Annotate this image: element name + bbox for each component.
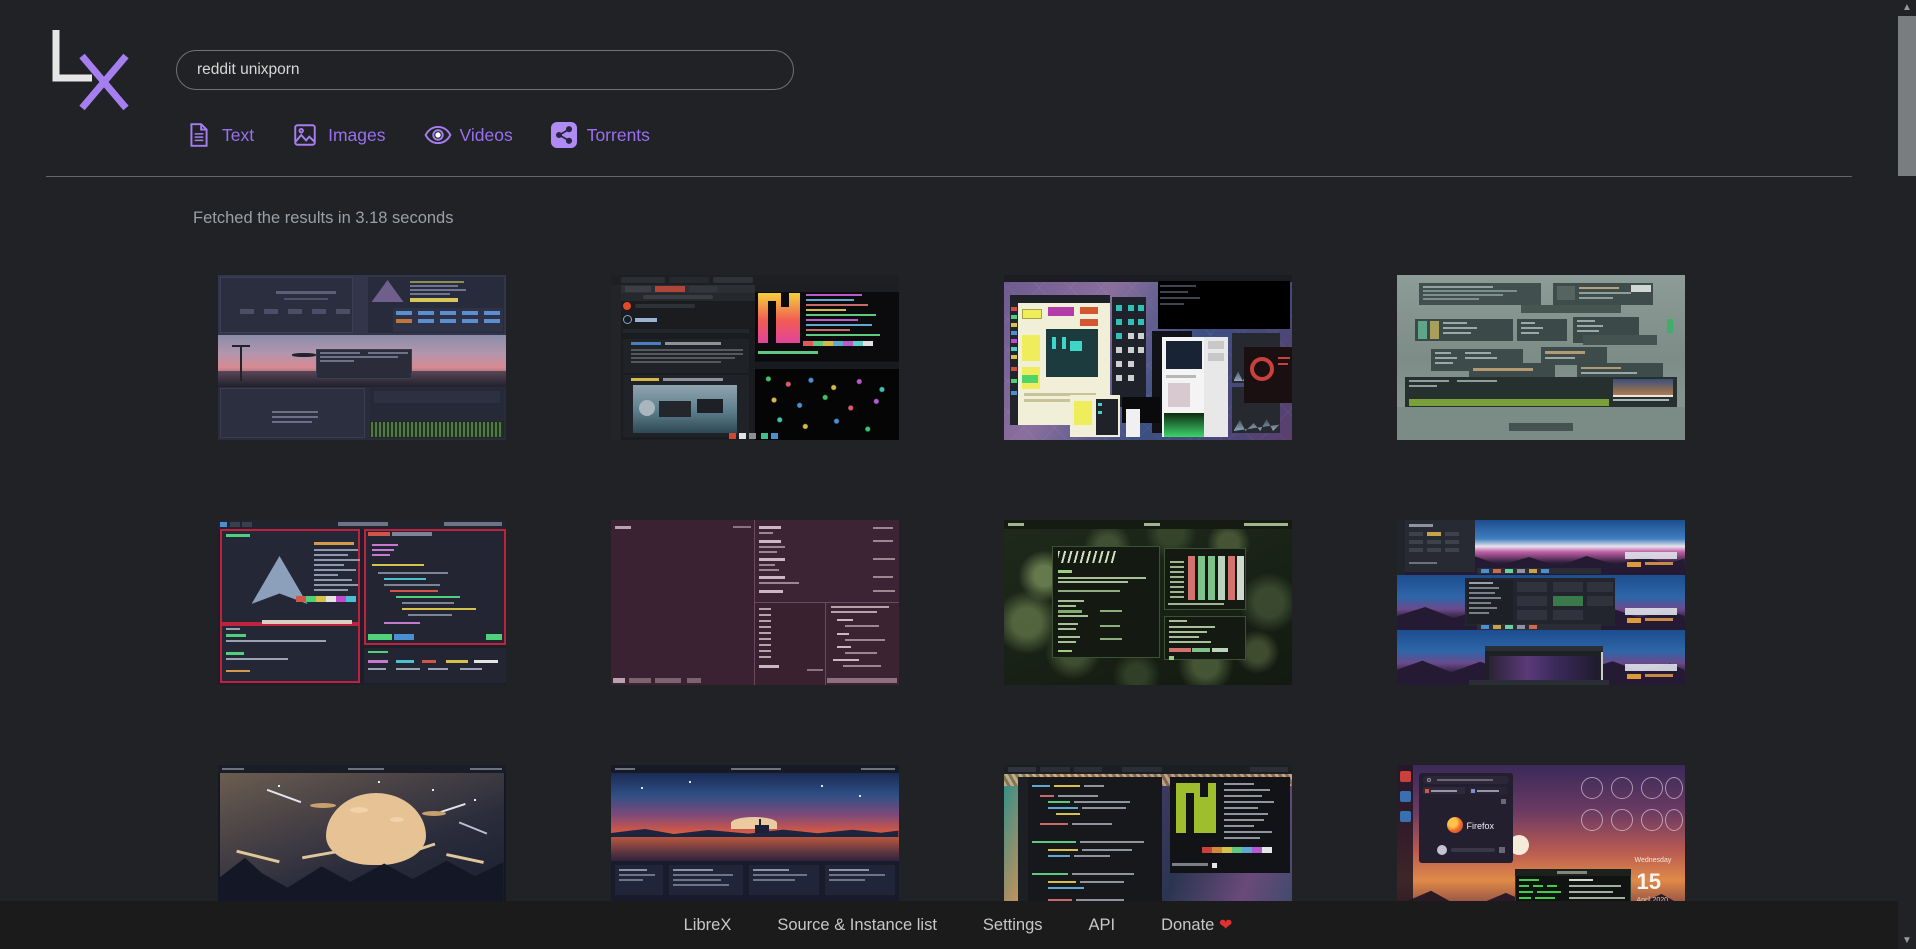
footer-donate-label: Donate bbox=[1161, 916, 1215, 934]
heart-icon: ❤ bbox=[1218, 917, 1233, 934]
search-input[interactable] bbox=[176, 50, 794, 90]
scroll-down-button[interactable]: ▼ bbox=[1898, 933, 1916, 949]
thumb-3[interactable] bbox=[1003, 275, 1292, 440]
image-result-item[interactable] bbox=[186, 501, 537, 704]
results-status: Fetched the results in 3.18 seconds bbox=[193, 209, 454, 227]
tab-videos-label: Videos bbox=[459, 124, 513, 145]
thumb-6[interactable] bbox=[610, 520, 899, 685]
results-section: Fetched the results in 3.18 seconds Fire… bbox=[0, 209, 1898, 949]
scroll-up-button[interactable]: ▲ bbox=[1898, 0, 1916, 16]
image-result-item[interactable] bbox=[1365, 501, 1716, 704]
tab-images-label: Images bbox=[328, 124, 386, 145]
tab-torrents-label: Torrents bbox=[586, 124, 650, 145]
footer-link-settings[interactable]: Settings bbox=[983, 916, 1043, 935]
image-result-item[interactable] bbox=[579, 256, 930, 459]
image-result-item[interactable] bbox=[579, 501, 930, 704]
thumb-conky-weekday: Wednesday bbox=[1634, 857, 1672, 864]
page-root: Text Images bbox=[0, 0, 1916, 949]
page-footer: LibreX Source & Instance list Settings A… bbox=[0, 901, 1916, 949]
thumb-5[interactable] bbox=[217, 520, 506, 685]
librex-logo[interactable] bbox=[42, 22, 152, 114]
thumb-1[interactable] bbox=[217, 275, 506, 440]
image-result-item[interactable] bbox=[1365, 256, 1716, 459]
thumb-firefox-label: Firefox bbox=[1466, 821, 1495, 831]
image-result-item[interactable] bbox=[972, 501, 1323, 704]
footer-link-api[interactable]: API bbox=[1089, 916, 1116, 935]
document-icon bbox=[186, 122, 212, 148]
image-result-item[interactable] bbox=[186, 256, 537, 459]
thumb-conky-day: 15 bbox=[1636, 869, 1661, 894]
scroll-area: Text Images bbox=[0, 0, 1898, 949]
share-icon bbox=[550, 122, 577, 148]
thumb-7[interactable] bbox=[1003, 520, 1292, 685]
header-divider bbox=[46, 176, 1852, 177]
footer-link-source-instance-list[interactable]: Source & Instance list bbox=[777, 916, 937, 935]
page-header: Text Images bbox=[0, 0, 1898, 148]
image-results-grid: Firefox Wednesday 15 bbox=[186, 256, 1852, 949]
footer-link-librex[interactable]: LibreX bbox=[684, 916, 732, 935]
tab-videos[interactable]: Videos bbox=[424, 122, 513, 148]
thumb-8[interactable] bbox=[1396, 520, 1685, 685]
scrollbar-thumb[interactable] bbox=[1898, 16, 1916, 176]
header-controls: Text Images bbox=[176, 22, 794, 148]
thumb-2[interactable] bbox=[610, 275, 899, 440]
tab-images[interactable]: Images bbox=[292, 122, 386, 148]
thumb-4[interactable] bbox=[1396, 275, 1685, 440]
image-result-item[interactable] bbox=[972, 256, 1323, 459]
vertical-scrollbar[interactable]: ▲ ▼ bbox=[1898, 0, 1916, 949]
search-mode-tabs: Text Images Videos Torrents bbox=[186, 122, 794, 148]
image-icon bbox=[292, 122, 318, 148]
tab-text-label: Text bbox=[222, 124, 255, 145]
footer-link-donate[interactable]: Donate ❤ bbox=[1161, 915, 1232, 935]
tab-torrents[interactable]: Torrents bbox=[550, 122, 650, 148]
tab-text[interactable]: Text bbox=[186, 122, 254, 148]
eye-icon bbox=[424, 122, 451, 148]
librex-logo-icon bbox=[52, 30, 129, 111]
